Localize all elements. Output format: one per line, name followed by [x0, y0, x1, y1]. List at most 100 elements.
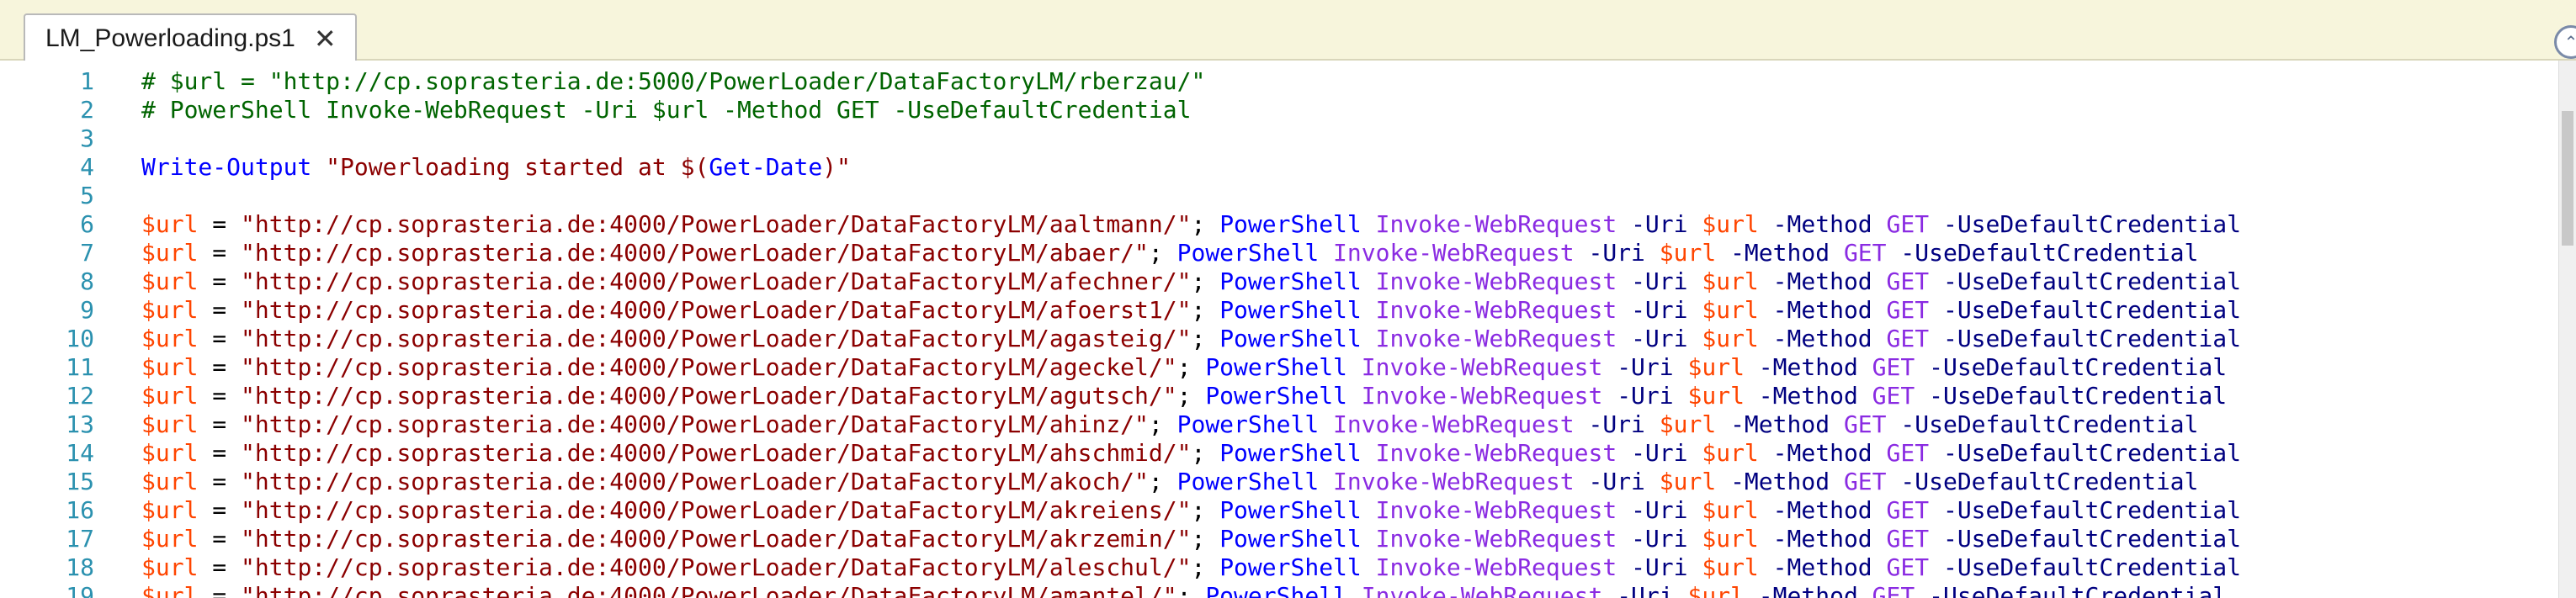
code-line[interactable]: 1 # $url = "http://cp.soprasteria.de:5000…	[0, 67, 2558, 96]
code-line[interactable]: 10 $url = "http://cp.soprasteria.de:4000/…	[0, 325, 2558, 353]
code-token: PowerShell	[1219, 525, 1362, 553]
collapse-pane-icon[interactable]: ⌃	[2554, 25, 2576, 59]
code-token: PowerShell	[1219, 267, 1362, 295]
code-token: $url	[141, 210, 199, 238]
vertical-scrollbar[interactable]	[2558, 61, 2576, 598]
close-icon[interactable]: ✕	[314, 25, 337, 52]
code-token: PowerShell	[1219, 325, 1362, 352]
code-token: GET	[1843, 468, 1887, 495]
code-token: =	[198, 325, 242, 352]
code-token: # PowerShell Invoke-WebRequest -Uri $url…	[141, 96, 1192, 124]
code-token: Invoke-WebRequest	[1333, 410, 1575, 438]
code-line[interactable]: 2 # PowerShell Invoke-WebRequest -Uri $ur…	[0, 96, 2558, 124]
code-token: ;	[1176, 382, 1206, 410]
code-text: Write-Output "Powerloading started at $(…	[141, 153, 851, 182]
code-token: -Method	[1772, 553, 1872, 581]
code-text: $url = "http://cp.soprasteria.de:4000/Po…	[141, 439, 2241, 468]
code-line[interactable]: 17 $url = "http://cp.soprasteria.de:4000/…	[0, 525, 2558, 553]
code-token: Invoke-WebRequest	[1375, 439, 1617, 467]
code-token: =	[198, 267, 242, 295]
code-token: $url	[141, 496, 199, 524]
code-token: Invoke-WebRequest	[1361, 353, 1603, 381]
code-token: -UseDefaultCredential	[1929, 582, 2228, 598]
code-token: Invoke-WebRequest	[1375, 325, 1617, 352]
code-token: ;	[1191, 525, 1220, 553]
code-token: "http://cp.soprasteria.de:4000/PowerLoad…	[241, 439, 1192, 467]
code-token: $url	[1702, 210, 1759, 238]
code-line[interactable]: 7 $url = "http://cp.soprasteria.de:4000/P…	[0, 239, 2558, 267]
code-token: "http://cp.soprasteria.de:4000/PowerLoad…	[241, 468, 1149, 495]
code-token: $url	[141, 582, 199, 598]
code-line[interactable]: 12 $url = "http://cp.soprasteria.de:4000/…	[0, 382, 2558, 410]
code-token: PowerShell	[1205, 382, 1347, 410]
code-line[interactable]: 9 $url = "http://cp.soprasteria.de:4000/P…	[0, 296, 2558, 325]
code-text: $url = "http://cp.soprasteria.de:4000/Po…	[141, 382, 2227, 410]
code-token: =	[198, 525, 242, 553]
code-token: -Method	[1772, 525, 1872, 553]
code-token: "http://cp.soprasteria.de:4000/PowerLoad…	[241, 239, 1149, 267]
code-text: $url = "http://cp.soprasteria.de:4000/Po…	[141, 353, 2227, 382]
code-token: PowerShell	[1176, 239, 1320, 267]
code-line[interactable]: 6 $url = "http://cp.soprasteria.de:4000/P…	[0, 210, 2558, 239]
code-token: "http://cp.soprasteria.de:4000/PowerLoad…	[241, 410, 1149, 438]
code-token: -Uri	[1617, 582, 1674, 598]
editor-window: LM_Powerloading.ps1 ✕ ⌃ 1 # $url = "http:…	[0, 0, 2576, 598]
code-token: PowerShell	[1176, 410, 1320, 438]
script-editor[interactable]: 1 # $url = "http://cp.soprasteria.de:5000…	[0, 61, 2558, 598]
code-token: PowerShell	[1219, 553, 1362, 581]
code-line[interactable]: 16 $url = "http://cp.soprasteria.de:4000/…	[0, 496, 2558, 525]
code-token: =	[198, 353, 242, 381]
line-number: 10	[66, 325, 94, 352]
code-token: ;	[1191, 325, 1220, 352]
line-number: 5	[80, 182, 94, 209]
code-line[interactable]: 3	[0, 124, 2558, 153]
code-line[interactable]: 13 $url = "http://cp.soprasteria.de:4000/…	[0, 410, 2558, 439]
code-token: Invoke-WebRequest	[1375, 296, 1617, 324]
line-number: 12	[66, 382, 94, 410]
code-line[interactable]: 15 $url = "http://cp.soprasteria.de:4000/…	[0, 468, 2558, 496]
code-line[interactable]: 11 $url = "http://cp.soprasteria.de:4000/…	[0, 353, 2558, 382]
code-token: -Method	[1772, 210, 1872, 238]
code-line[interactable]: 8 $url = "http://cp.soprasteria.de:4000/P…	[0, 267, 2558, 296]
code-token: PowerShell	[1205, 353, 1347, 381]
code-line[interactable]: 5	[0, 182, 2558, 210]
code-token: GET	[1886, 496, 1930, 524]
code-line[interactable]: 18 $url = "http://cp.soprasteria.de:4000/…	[0, 553, 2558, 582]
code-token: "http://cp.soprasteria.de:4000/PowerLoad…	[241, 325, 1192, 352]
code-line[interactable]: 14 $url = "http://cp.soprasteria.de:4000/…	[0, 439, 2558, 468]
code-text: $url = "http://cp.soprasteria.de:4000/Po…	[141, 267, 2241, 296]
code-token: )"	[822, 153, 851, 181]
code-token: $url	[1702, 325, 1759, 352]
code-token: -Uri	[1631, 553, 1688, 581]
code-line[interactable]: 4 Write-Output "Powerloading started at $…	[0, 153, 2558, 182]
code-text: $url = "http://cp.soprasteria.de:4000/Po…	[141, 553, 2241, 582]
line-number: 11	[66, 353, 94, 381]
code-token: PowerShell	[1219, 296, 1362, 324]
code-line[interactable]: 19 $url = "http://cp.soprasteria.de:4000/…	[0, 582, 2558, 598]
scrollbar-thumb[interactable]	[2562, 111, 2573, 246]
code-token: ;	[1191, 296, 1220, 324]
code-token: =	[198, 382, 242, 410]
tab-lm-powerloading[interactable]: LM_Powerloading.ps1 ✕	[24, 13, 357, 62]
